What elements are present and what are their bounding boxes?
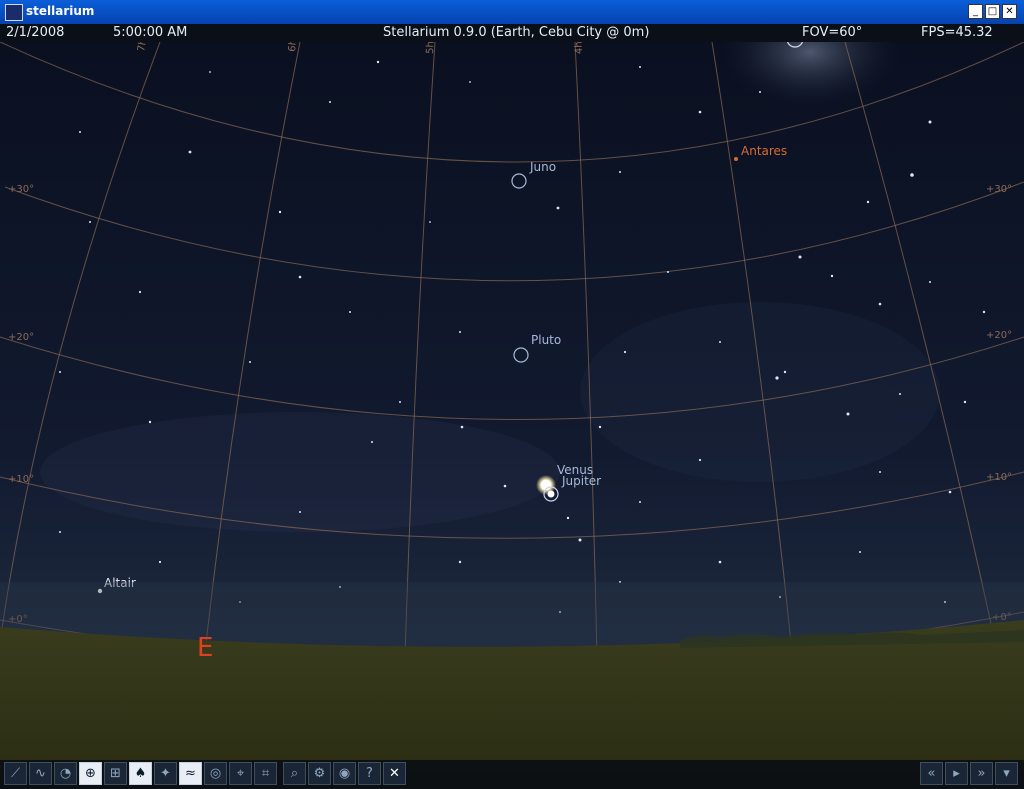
minimize-button[interactable]: _	[968, 4, 983, 19]
constellation-art-icon[interactable]: ∿	[29, 762, 52, 785]
fov-readout: FOV=60°	[802, 25, 863, 40]
status-infobar: 2/1/2008 5:00:00 AM Stellarium 0.9.0 (Ea…	[0, 24, 1024, 42]
jupiter-label: Jupiter	[561, 474, 601, 488]
pluto-label: Pluto	[531, 333, 561, 347]
window-title: stellarium	[26, 4, 95, 18]
jupiter-disc	[547, 490, 555, 498]
help-icon[interactable]: ?	[358, 762, 381, 785]
quit-icon[interactable]: ✕	[383, 762, 406, 785]
night-mode-icon[interactable]: ◉	[333, 762, 356, 785]
play-icon[interactable]: ▸	[945, 762, 968, 785]
alt-label: +20°	[8, 332, 34, 343]
fast-forward-icon[interactable]: »	[970, 762, 993, 785]
constellation-lines-icon[interactable]: ⟋	[4, 762, 27, 785]
antares-star[interactable]	[734, 157, 738, 161]
center-selected-icon[interactable]: ⌗	[254, 762, 277, 785]
maximize-button[interactable]: □	[985, 4, 1000, 19]
antares-label: Antares	[741, 144, 787, 158]
bottom-toolbar: ⟋ ∿ ◔ ⊕ ⊞ ♠ ✦ ≈ ◎ ⌖ ⌗ ⌕ ⚙ ◉ ? ✕ « ▸ » ▾	[0, 760, 1024, 789]
alt-label: +30°	[8, 184, 34, 195]
cardinal-east-label: E	[197, 633, 213, 663]
search-icon[interactable]: ⌕	[283, 762, 306, 785]
down-icon[interactable]: ▾	[995, 762, 1018, 785]
atmosphere-icon[interactable]: ≈	[179, 762, 202, 785]
ra-label: 5h	[425, 42, 436, 54]
equatorial-grid-icon[interactable]: ⊞	[104, 762, 127, 785]
ra-label: 6h	[287, 42, 299, 52]
close-button[interactable]: ✕	[1002, 4, 1017, 19]
window-titlebar[interactable]: stellarium _ □ ✕	[0, 0, 1024, 24]
constellation-names-icon[interactable]: ◔	[54, 762, 77, 785]
alt-label: +10°	[986, 472, 1012, 483]
alt-label: +20°	[986, 330, 1012, 341]
milky-way-haze	[580, 302, 940, 482]
stellarium-app-icon	[5, 4, 23, 21]
azimuth-grid-icon[interactable]: ⊕	[79, 762, 102, 785]
cardinal-points-icon[interactable]: ✦	[154, 762, 177, 785]
alt-label: +10°	[8, 474, 34, 485]
nebulae-icon[interactable]: ◎	[204, 762, 227, 785]
location-title: Stellarium 0.9.0 (Earth, Cebu City @ 0m)	[383, 25, 650, 40]
alt-label: +30°	[986, 184, 1012, 195]
date-readout: 2/1/2008	[6, 25, 65, 40]
juno-label: Juno	[529, 160, 556, 174]
ra-label: 4h	[574, 42, 585, 54]
ground-icon[interactable]: ♠	[129, 762, 152, 785]
time-readout: 5:00:00 AM	[113, 25, 188, 40]
milky-way-haze	[40, 412, 560, 532]
fps-readout: FPS=45.32	[921, 25, 993, 40]
ra-label: 7h	[136, 42, 149, 53]
config-icon[interactable]: ⚙	[308, 762, 331, 785]
rewind-icon[interactable]: «	[920, 762, 943, 785]
sky-view[interactable]: +30° +20° +10° +0° +30° +20° +10° +0° 7h…	[0, 42, 1024, 789]
equatorial-mount-icon[interactable]: ⌖	[229, 762, 252, 785]
